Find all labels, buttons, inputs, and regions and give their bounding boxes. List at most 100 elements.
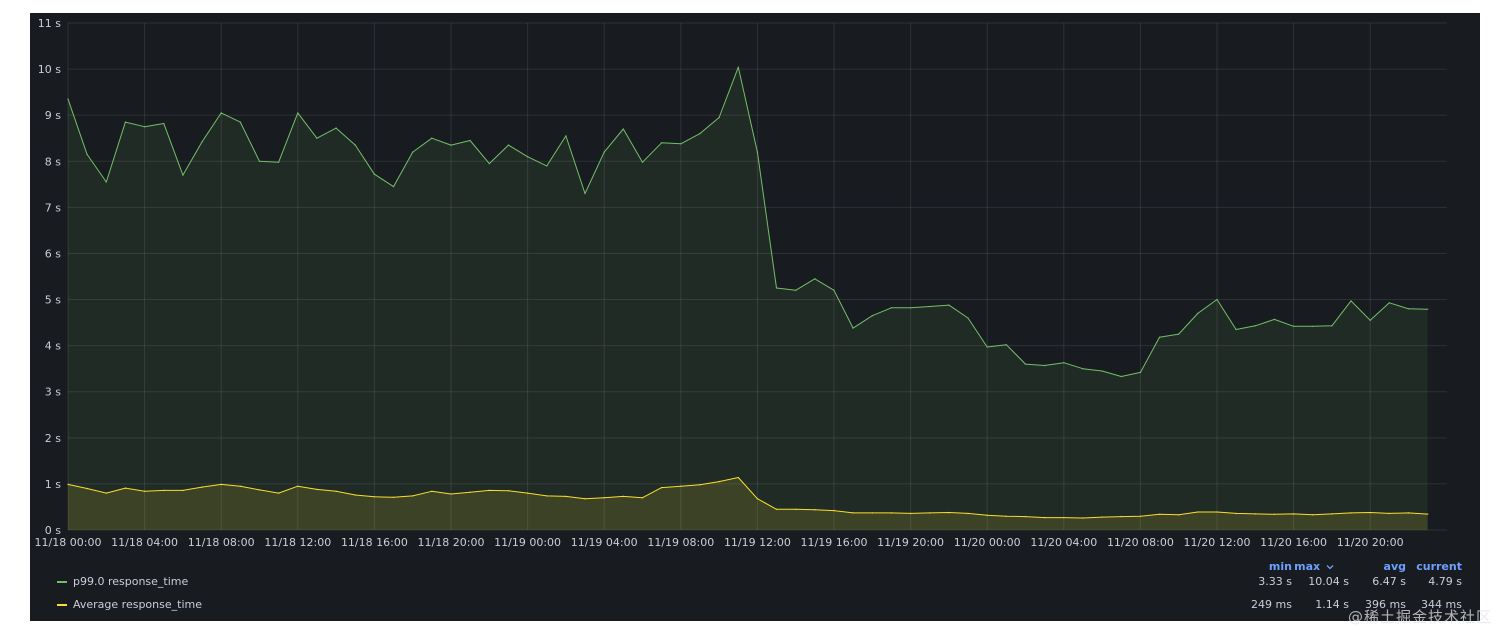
data-point (469, 491, 471, 494)
data-point (565, 495, 567, 498)
data-point (928, 305, 931, 308)
x-tick-label: 11/20 20:00 (1337, 536, 1404, 549)
data-point (967, 512, 969, 515)
data-point (1312, 514, 1314, 516)
data-point (890, 512, 893, 514)
data-point (182, 489, 184, 492)
data-point (1426, 513, 1429, 515)
data-point (1369, 319, 1371, 322)
data-point (450, 144, 452, 146)
data-point (1254, 513, 1257, 515)
y-tick-label: 4 s (45, 340, 61, 353)
data-point (1101, 370, 1103, 372)
data-point (86, 153, 88, 156)
x-tick-label: 11/18 00:00 (35, 536, 102, 549)
data-point (1024, 363, 1027, 365)
data-point (411, 495, 414, 497)
data-point (737, 66, 740, 68)
data-point (909, 512, 912, 515)
data-point (909, 307, 912, 309)
series-layer (67, 66, 1429, 530)
data-point (526, 155, 529, 158)
data-point (928, 512, 931, 514)
data-point (1292, 325, 1295, 328)
data-point (258, 489, 261, 491)
data-point (297, 112, 299, 114)
data-point (1350, 512, 1352, 514)
data-point (124, 487, 127, 489)
data-point (67, 483, 69, 486)
data-point (507, 490, 510, 492)
data-point (833, 289, 835, 292)
legend-series-name[interactable]: p99.0 response_time (73, 575, 188, 588)
data-point (871, 512, 874, 514)
data-point (814, 278, 816, 280)
data-point (603, 151, 605, 153)
data-point (584, 192, 586, 195)
data-point (680, 485, 682, 488)
legend-series-name[interactable]: Average response_time (73, 598, 202, 611)
data-point (794, 289, 797, 292)
data-point (756, 497, 759, 500)
data-point (775, 508, 778, 511)
y-tick-label: 5 s (45, 294, 61, 307)
data-point (354, 494, 357, 496)
x-tick-label: 11/18 08:00 (188, 536, 255, 549)
data-point (1120, 375, 1123, 378)
legend-row-p99[interactable]: p99.0 response_time 3.33 s 10.04 s 6.47 … (30, 572, 1480, 592)
data-point (335, 127, 337, 129)
x-tick-label: 11/18 04:00 (111, 536, 178, 549)
series-area-p99 (68, 67, 1428, 530)
data-point (1273, 318, 1276, 321)
data-point (488, 162, 491, 165)
x-tick-label: 11/18 12:00 (264, 536, 331, 549)
data-point (756, 151, 759, 153)
data-point (814, 508, 816, 511)
data-point (163, 489, 165, 492)
x-tick-label: 11/20 04:00 (1030, 536, 1097, 549)
data-point (201, 486, 203, 488)
legend: min max avg current p99.0 response_time … (30, 558, 1480, 621)
data-point (450, 493, 452, 495)
data-point (1158, 513, 1161, 516)
data-point (1254, 325, 1257, 327)
data-point (1158, 336, 1161, 339)
x-tick-label: 11/20 00:00 (954, 536, 1021, 549)
data-point (546, 495, 548, 497)
x-tick-label: 11/20 08:00 (1107, 536, 1174, 549)
data-point (1063, 361, 1065, 364)
data-point (373, 173, 376, 175)
y-tick-label: 11 s (38, 17, 61, 30)
data-point (1101, 516, 1103, 518)
data-point (641, 161, 644, 163)
data-point (871, 314, 874, 317)
data-point (105, 181, 108, 183)
data-point (220, 483, 222, 486)
x-tick-label: 11/20 12:00 (1184, 536, 1251, 549)
y-tick-label: 2 s (45, 432, 61, 445)
data-point (124, 121, 127, 123)
data-point (1043, 364, 1046, 367)
data-point (297, 485, 299, 488)
data-point (584, 497, 586, 500)
data-point (1292, 513, 1295, 515)
x-tick-label: 11/19 20:00 (877, 536, 944, 549)
data-point (737, 476, 740, 479)
data-point (775, 287, 778, 289)
data-point (201, 141, 203, 143)
data-point (1139, 515, 1142, 517)
data-point (948, 511, 950, 514)
data-point (526, 492, 529, 494)
x-tick-label: 11/19 04:00 (571, 536, 638, 549)
chart-canvas[interactable]: 0 s1 s2 s3 s4 s5 s6 s7 s8 s9 s10 s11 s 1… (30, 13, 1480, 558)
data-point (660, 142, 663, 144)
data-point (546, 165, 548, 167)
data-point (794, 508, 797, 511)
data-point (392, 496, 395, 499)
data-point (431, 490, 433, 493)
x-tick-label: 11/19 00:00 (494, 536, 561, 549)
legend-row-average[interactable]: Average response_time 249 ms 1.14 s 396 … (30, 595, 1480, 615)
data-point (1350, 300, 1352, 302)
data-point (1177, 333, 1180, 335)
data-point (1407, 512, 1410, 514)
